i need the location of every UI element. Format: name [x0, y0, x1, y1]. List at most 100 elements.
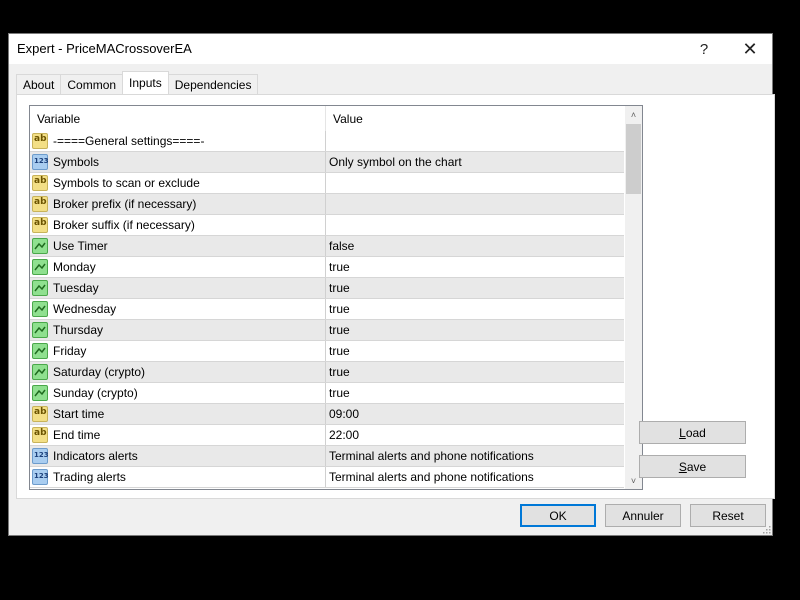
table-row[interactable]: Start time 09:00 [30, 404, 624, 425]
variable-cell[interactable]: Broker suffix (if necessary) [30, 215, 326, 235]
string-type-icon [32, 427, 48, 443]
inputs-tab-page: Variable Value -====General settings====… [16, 94, 775, 499]
value-cell[interactable]: true [326, 257, 624, 277]
variable-name: Thursday [53, 323, 104, 337]
value-cell[interactable] [326, 173, 624, 193]
bool-type-icon [32, 343, 48, 359]
table-row[interactable]: Sunday (crypto) true [30, 383, 624, 404]
variable-cell[interactable]: Indicators alerts [30, 446, 326, 466]
value-cell[interactable]: true [326, 383, 624, 403]
table-row[interactable]: Thursday true [30, 320, 624, 341]
variable-cell[interactable]: Start time [30, 404, 326, 424]
string-type-icon [32, 217, 48, 233]
column-header-variable[interactable]: Variable [30, 106, 326, 131]
tab-dependencies[interactable]: Dependencies [167, 74, 259, 94]
value-cell[interactable]: 09:00 [326, 404, 624, 424]
enum-type-icon [32, 448, 49, 464]
grid-rows: -====General settings====- Symbols Only sy… [30, 131, 624, 488]
table-row[interactable]: Symbols to scan or exclude [30, 173, 624, 194]
variable-cell[interactable]: Broker prefix (if necessary) [30, 194, 326, 214]
string-type-icon [32, 133, 48, 149]
chevron-down-icon: ˅ [630, 475, 637, 486]
resize-grip-icon[interactable] [761, 524, 771, 534]
save-button[interactable]: Save [639, 455, 746, 478]
variable-cell[interactable]: Use Timer [30, 236, 326, 256]
value-cell[interactable]: true [326, 362, 624, 382]
bool-type-icon [32, 259, 48, 275]
close-icon: ✕ [742, 38, 758, 59]
title-bar[interactable]: Expert - PriceMACrossoverEA ? ✕ [9, 34, 772, 64]
table-row[interactable]: Friday true [30, 341, 624, 362]
enum-type-icon [32, 154, 49, 170]
value-cell[interactable] [326, 131, 624, 151]
variable-name: Symbols [53, 155, 100, 169]
variable-cell[interactable]: Sunday (crypto) [30, 383, 326, 403]
variable-cell[interactable]: Thursday [30, 320, 326, 340]
value-cell[interactable] [326, 215, 624, 235]
tab-common[interactable]: Common [60, 74, 124, 94]
table-row[interactable]: Trading alerts Terminal alerts and phone … [30, 467, 624, 488]
variable-name: Friday [53, 344, 87, 358]
ok-button[interactable]: OK [520, 504, 596, 527]
enum-type-icon [32, 469, 49, 485]
close-button[interactable]: ✕ [727, 34, 773, 64]
variable-cell[interactable]: Symbols [30, 152, 326, 172]
variable-name: Start time [53, 407, 105, 421]
table-row[interactable]: Broker suffix (if necessary) [30, 215, 624, 236]
column-header-value[interactable]: Value [326, 106, 624, 131]
table-row[interactable]: Broker prefix (if necessary) [30, 194, 624, 215]
table-row[interactable]: Wednesday true [30, 299, 624, 320]
help-icon: ? [699, 40, 709, 58]
load-mnemonic: L [679, 425, 686, 440]
scroll-up-button[interactable]: ˄ [625, 106, 642, 123]
bool-type-icon [32, 385, 48, 401]
value-cell[interactable]: true [326, 299, 624, 319]
table-row[interactable]: -====General settings====- [30, 131, 624, 152]
variable-cell[interactable]: Symbols to scan or exclude [30, 173, 326, 193]
value-cell[interactable]: Terminal alerts and phone notifications [326, 467, 624, 487]
scrollbar-thumb[interactable] [626, 124, 641, 194]
variable-cell[interactable]: End time [30, 425, 326, 445]
value-cell[interactable]: true [326, 341, 624, 361]
reset-button[interactable]: Reset [690, 504, 766, 527]
variable-name: Broker suffix (if necessary) [53, 218, 195, 232]
value-cell[interactable]: Terminal alerts and phone notifications [326, 446, 624, 466]
grid-header: Variable Value [30, 106, 624, 131]
variable-cell[interactable]: Friday [30, 341, 326, 361]
cancel-button[interactable]: Annuler [605, 504, 681, 527]
value-cell[interactable] [326, 194, 624, 214]
variable-cell[interactable]: Trading alerts [30, 467, 326, 487]
table-row[interactable]: Use Timer false [30, 236, 624, 257]
save-mnemonic: S [678, 459, 687, 474]
variable-name: Wednesday [53, 302, 117, 316]
table-row[interactable]: Symbols Only symbol on the chart [30, 152, 624, 173]
variable-cell[interactable]: -====General settings====- [30, 131, 326, 151]
variable-name: Sunday (crypto) [53, 386, 138, 400]
load-button[interactable]: Load [639, 421, 746, 444]
help-button[interactable]: ? [681, 34, 727, 64]
variable-cell[interactable]: Saturday (crypto) [30, 362, 326, 382]
table-row[interactable]: Monday true [30, 257, 624, 278]
table-row[interactable]: Tuesday true [30, 278, 624, 299]
value-cell[interactable]: Only symbol on the chart [326, 152, 624, 172]
value-cell[interactable]: true [326, 278, 624, 298]
value-cell[interactable]: true [326, 320, 624, 340]
tab-strip: About Common Inputs Dependencies [16, 71, 259, 95]
tab-about[interactable]: About [16, 74, 62, 94]
expert-properties-dialog: Expert - PriceMACrossoverEA ? ✕ About Co… [8, 33, 775, 536]
bool-type-icon [32, 364, 48, 380]
bool-type-icon [32, 280, 48, 296]
variable-name: Broker prefix (if necessary) [53, 197, 197, 211]
variable-cell[interactable]: Monday [30, 257, 326, 277]
variable-cell[interactable]: Wednesday [30, 299, 326, 319]
value-cell[interactable]: 22:00 [326, 425, 624, 445]
table-row[interactable]: End time 22:00 [30, 425, 624, 446]
variable-name: Tuesday [53, 281, 99, 295]
tab-inputs[interactable]: Inputs [122, 71, 169, 94]
bool-type-icon [32, 322, 48, 338]
table-row[interactable]: Saturday (crypto) true [30, 362, 624, 383]
value-cell[interactable]: false [326, 236, 624, 256]
variable-name: End time [53, 428, 101, 442]
table-row[interactable]: Indicators alerts Terminal alerts and pho… [30, 446, 624, 467]
variable-cell[interactable]: Tuesday [30, 278, 326, 298]
